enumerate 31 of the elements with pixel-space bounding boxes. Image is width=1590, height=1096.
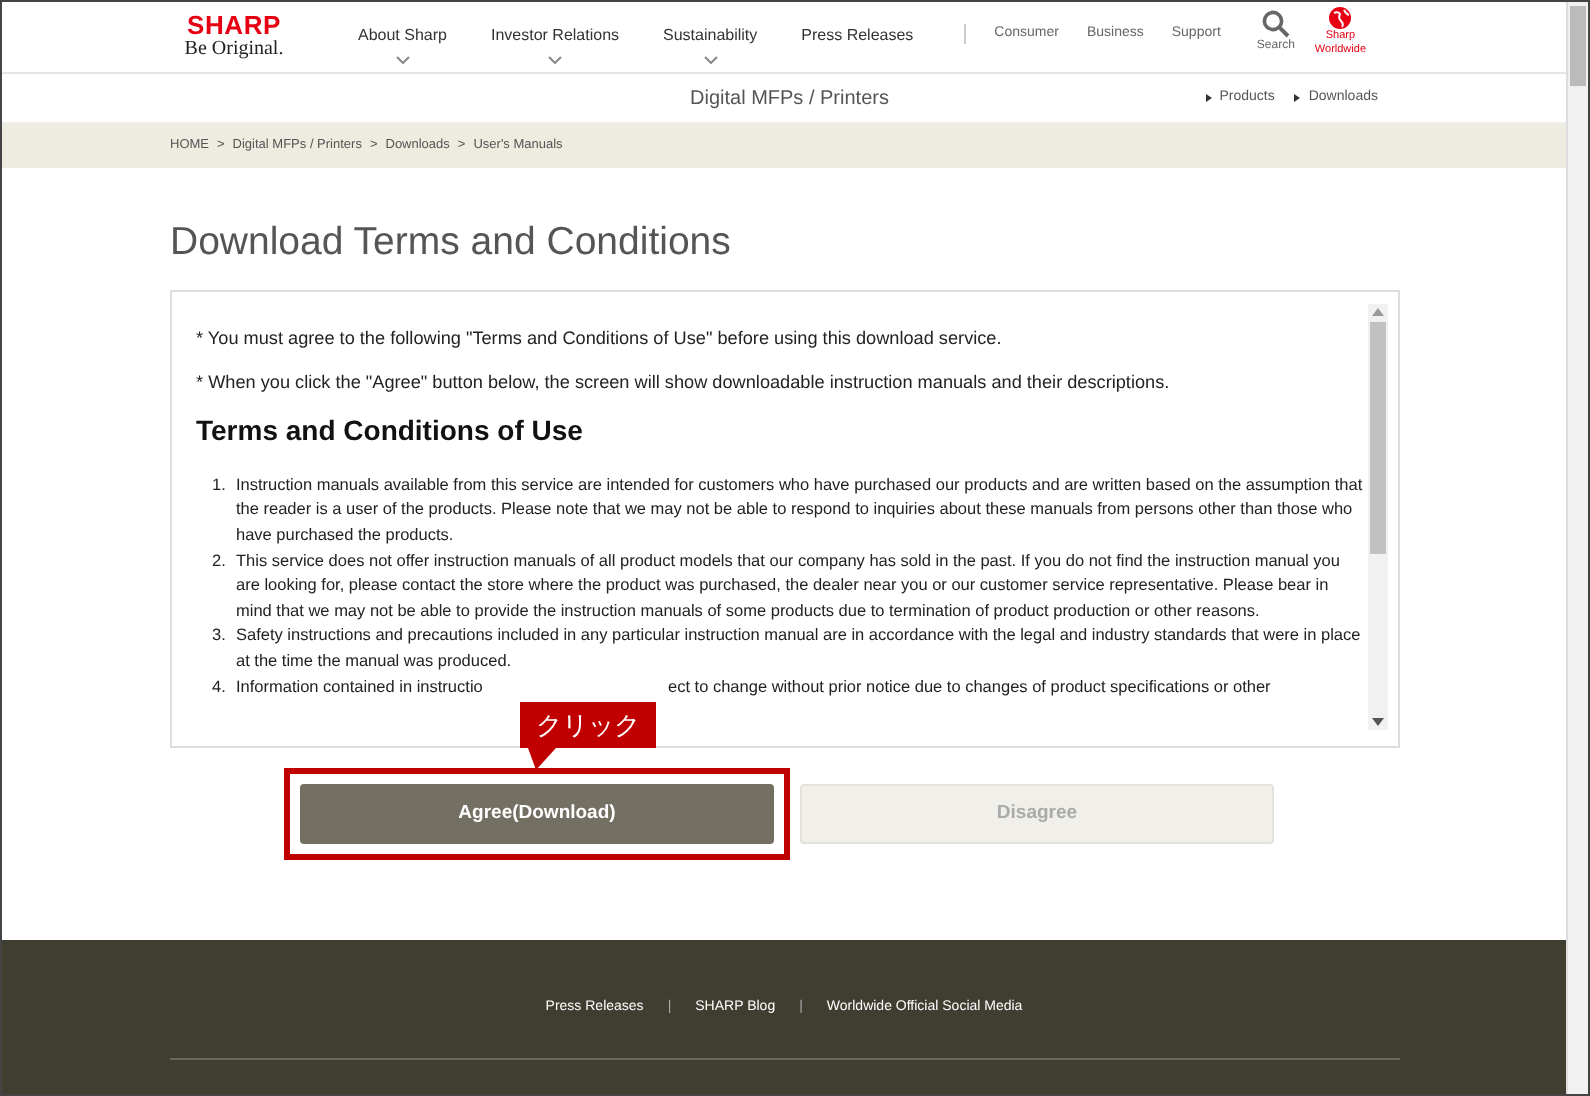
scrollbar[interactable] bbox=[1368, 304, 1388, 730]
terms-item-text: Safety instructions and precautions included in any particular instruction manual are in accordance with the legal and industry standards that were in place at the time the manual was produced. bbox=[236, 626, 1361, 670]
list-number: 3. bbox=[212, 624, 228, 649]
nav-link[interactable]: Sustainability bbox=[663, 24, 758, 48]
nav-link[interactable]: Investor Relations bbox=[490, 24, 620, 48]
list-number: 2. bbox=[212, 549, 228, 574]
terms-item-text: This service does not offer instruction manuals of all product models that our company has sold in the past. If you do not find the instruction manual you are looking for, please contact the store where the product was purchased, the dealer near you or our customer service representative. Please bear in mind that we may not be able to provide the instruction manuals of some products due to termination of product production or other reasons. bbox=[236, 551, 1340, 620]
nav-link[interactable]: About Sharp bbox=[358, 24, 447, 48]
caret-icon[interactable] bbox=[703, 56, 718, 64]
tagline: Be Original. bbox=[184, 38, 284, 62]
scrollbar-thumb[interactable] bbox=[1370, 322, 1386, 554]
list-number: 4. bbox=[212, 675, 228, 700]
scrollbar-thumb[interactable] bbox=[1570, 6, 1586, 86]
terms-item-text: Information contained in instructio bbox=[236, 677, 483, 696]
section-title: Digital MFPs / Printers bbox=[690, 85, 889, 113]
notice-text: * You must agree to the following "Terms and Conditions of Use" before using this download service. bbox=[196, 326, 1004, 350]
terms-item-text: Instruction manuals available from this service are intended for customers who have purchased our products and are written based on the assumption that the reader is a user of the products. Please note that we may not be able to respond to inquiries about these manuals from persons other than those who have purchased the products. bbox=[236, 475, 1363, 544]
search-icon[interactable] bbox=[1261, 10, 1290, 38]
caret-icon[interactable] bbox=[395, 56, 410, 64]
page-title: Download Terms and Conditions bbox=[170, 218, 733, 268]
globe-icon[interactable] bbox=[1328, 6, 1353, 30]
terms-heading: Terms and Conditions of Use bbox=[196, 414, 585, 448]
terms-item-text: ect to change without prior notice due to changes of product specifications or other bbox=[668, 677, 1271, 696]
notice-text: * When you click the "Agree" button below, the screen will show downloadable instruction manuals and their descriptions. bbox=[196, 370, 1172, 394]
caret-icon[interactable] bbox=[548, 56, 562, 64]
scroll-up-icon[interactable] bbox=[1372, 308, 1384, 316]
scroll-down-icon[interactable] bbox=[1372, 718, 1384, 726]
agree-button[interactable]: Agree(Download) bbox=[300, 784, 774, 844]
logo[interactable]: SHARP bbox=[186, 12, 281, 38]
nav-link[interactable]: Press Releases bbox=[801, 24, 914, 48]
list-number: 1. bbox=[212, 473, 228, 498]
